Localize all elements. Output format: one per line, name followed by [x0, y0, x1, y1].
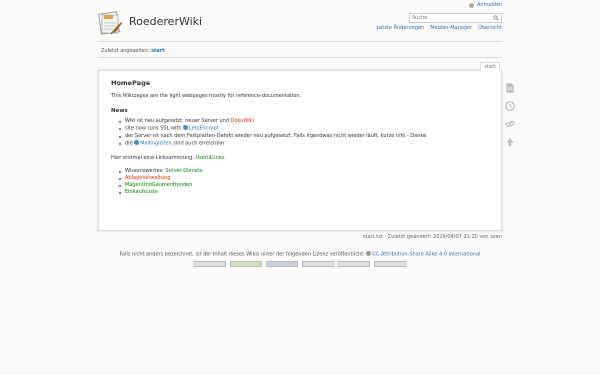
- login-link[interactable]: Anmelden: [469, 2, 502, 8]
- list-item: Wiki ist neu aufgesetzt: neuer Server un…: [119, 118, 489, 125]
- list-item: AblageVerwaltung: [119, 175, 489, 182]
- list-item: site now runs SSL with LetsEncrypt: [119, 125, 489, 133]
- license-text: Falls nicht anders bezeichnet, ist der I…: [119, 251, 481, 258]
- list-item: die Mailinglisten sind auch erreichbar: [119, 139, 489, 148]
- links-list: Wissenswertes: Server-Dienste AblageVerw…: [111, 168, 489, 196]
- logo-icon[interactable]: [98, 10, 123, 35]
- top-icon[interactable]: [504, 136, 516, 148]
- page-content: start HomePage This Wikipages are the li…: [98, 62, 502, 231]
- breadcrumb-current[interactable]: start: [151, 48, 165, 54]
- search-icon[interactable]: [493, 15, 499, 21]
- css-badge[interactable]: [338, 261, 370, 267]
- mailinglisten-link[interactable]: Mailinglisten: [140, 140, 171, 146]
- list-item: der Server ist nach dem Festplatten-Defe…: [119, 133, 489, 140]
- breadcrumb: Zuletzt angesehen: start: [101, 48, 165, 54]
- intro-text: This Wikipages are the light webpages mo…: [111, 93, 302, 99]
- html5-badge[interactable]: [302, 261, 334, 267]
- recent-changes-link[interactable]: Letzte Änderungen: [377, 25, 425, 31]
- breadcrumb-label: Zuletzt angesehen:: [101, 48, 150, 54]
- php-badge[interactable]: [266, 261, 298, 267]
- wikipedia-icon: [183, 125, 189, 130]
- letsencrypt-link[interactable]: LetsEncrypt: [189, 126, 219, 132]
- footer-badges: [0, 261, 600, 267]
- breadcrumb-divider: [98, 57, 502, 58]
- search-input[interactable]: [410, 14, 490, 22]
- license-link[interactable]: CC Attribution-Share Alike 4.0 Internati…: [372, 252, 480, 258]
- links-intro: Hier erstmal eine Linksammlung: UsefulLi…: [111, 155, 226, 161]
- page-info: start.txt · Zuletzt geändert: 2024/04/07…: [362, 234, 502, 240]
- dokuwiki-link[interactable]: DokuWiki: [231, 118, 254, 124]
- page-icon[interactable]: [504, 82, 516, 94]
- einkaufsliste-link[interactable]: EinkaufsListe: [125, 189, 158, 195]
- magenundgaumenfreuden-link[interactable]: MagenUndGaumenfreuden: [125, 182, 192, 188]
- site-tools: Letzte Änderungen Medien-Manager Übersic…: [377, 25, 502, 31]
- header-divider: [98, 41, 502, 42]
- news-list: Wiki ist neu aufgesetzt: neuer Server un…: [111, 118, 489, 147]
- revisions-icon[interactable]: [504, 100, 516, 112]
- list-item: MagenUndGaumenfreuden: [119, 182, 489, 189]
- wiki-title[interactable]: RoedererWiki: [129, 15, 202, 28]
- wikipedia-icon: [134, 139, 140, 145]
- server-dienste-link[interactable]: Server-Dienste: [165, 168, 202, 174]
- dokuwiki-badge[interactable]: [374, 261, 406, 267]
- list-item: Wissenswertes: Server-Dienste: [119, 168, 489, 175]
- cc-badge[interactable]: [194, 261, 226, 267]
- sitemap-link[interactable]: Übersicht: [478, 25, 502, 31]
- news-heading: News: [111, 108, 128, 114]
- usefullinks-link[interactable]: UsefulLinks: [196, 155, 225, 161]
- page-tools: [504, 82, 516, 148]
- page-title: HomePage: [111, 79, 151, 87]
- ablageverwaltung-link[interactable]: AblageVerwaltung: [125, 175, 170, 181]
- cc-icon: [366, 251, 372, 256]
- donate-badge[interactable]: [230, 261, 262, 267]
- page-id-tab: start: [480, 62, 500, 71]
- backlinks-icon[interactable]: [504, 118, 516, 130]
- media-manager-link[interactable]: Medien-Manager: [430, 25, 472, 31]
- login-label: Anmelden: [477, 2, 503, 8]
- list-item: EinkaufsListe: [119, 189, 489, 196]
- search-box: [409, 13, 502, 23]
- user-icon: [469, 2, 474, 8]
